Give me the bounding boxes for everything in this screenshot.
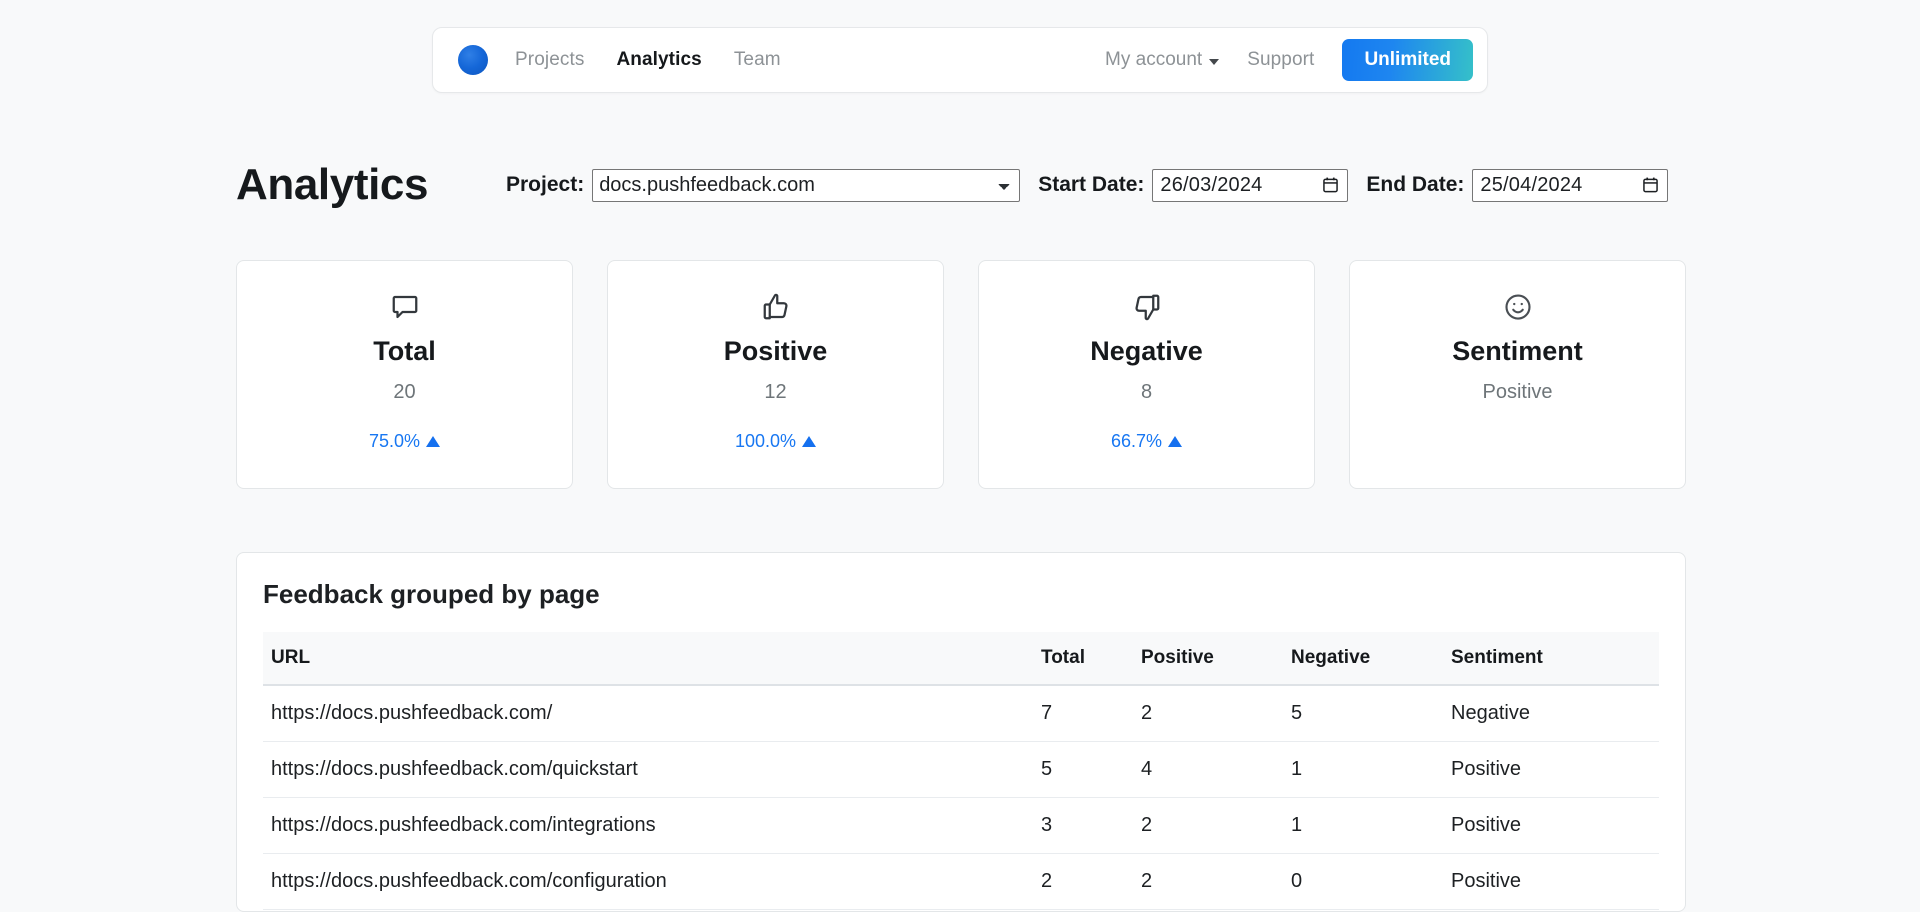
- cell-positive: 2: [1133, 685, 1283, 742]
- calendar-icon[interactable]: [1323, 177, 1338, 193]
- start-date-group: Start Date: 26/03/2024: [1038, 169, 1348, 202]
- cell-positive: 2: [1133, 798, 1283, 854]
- cell-url: https://docs.pushfeedback.com/quickstart: [263, 742, 1033, 798]
- cell-sentiment: Positive: [1443, 798, 1659, 854]
- nav-link-analytics[interactable]: Analytics: [616, 49, 701, 71]
- column-header-positive[interactable]: Positive: [1133, 632, 1283, 685]
- cell-url: https://docs.pushfeedback.com/: [263, 685, 1033, 742]
- caret-down-icon: [1209, 59, 1219, 65]
- stat-card-value: 12: [764, 382, 786, 402]
- cell-url: https://docs.pushfeedback.com/configurat…: [263, 854, 1033, 910]
- top-navigation-bar: Projects Analytics Team My account Suppo…: [432, 27, 1488, 93]
- end-date-value: 25/04/2024: [1480, 174, 1582, 197]
- cell-negative: 0: [1283, 854, 1443, 910]
- triangle-up-icon: [426, 436, 440, 447]
- stat-card-value: Positive: [1482, 382, 1552, 402]
- cell-negative: 5: [1283, 685, 1443, 742]
- project-selector-group: Project: docs.pushfeedback.com: [506, 169, 1020, 202]
- cell-negative: 1: [1283, 742, 1443, 798]
- stat-card-delta-value: 75.0%: [369, 431, 420, 452]
- start-date-input[interactable]: 26/03/2024: [1152, 169, 1348, 202]
- triangle-up-icon: [1168, 436, 1182, 447]
- table-row[interactable]: https://docs.pushfeedback.com/integratio…: [263, 798, 1659, 854]
- table-header-row: URL Total Positive Negative Sentiment: [263, 632, 1659, 685]
- stat-cards-row: Total 20 75.0% Positive 12 100.0% Negati: [236, 260, 1686, 489]
- brand-circle-logo-icon: [458, 45, 488, 75]
- panel-title: Feedback grouped by page: [237, 553, 1685, 610]
- stat-card-value: 20: [393, 382, 415, 402]
- calendar-icon[interactable]: [1643, 177, 1658, 193]
- column-header-negative[interactable]: Negative: [1283, 632, 1443, 685]
- cell-total: 5: [1033, 742, 1133, 798]
- nav-link-projects[interactable]: Projects: [515, 49, 584, 71]
- stat-card-negative: Negative 8 66.7%: [978, 260, 1315, 489]
- stat-card-sentiment: Sentiment Positive: [1349, 260, 1686, 489]
- end-date-label: End Date:: [1366, 173, 1464, 197]
- cell-positive: 2: [1133, 854, 1283, 910]
- project-label: Project:: [506, 173, 584, 197]
- triangle-up-icon: [802, 436, 816, 447]
- nav-links: Projects Analytics Team: [515, 49, 781, 71]
- end-date-group: End Date: 25/04/2024: [1366, 169, 1668, 202]
- brand-logo[interactable]: [453, 40, 493, 80]
- cell-url: https://docs.pushfeedback.com/integratio…: [263, 798, 1033, 854]
- start-date-value: 26/03/2024: [1160, 174, 1262, 197]
- column-header-total[interactable]: Total: [1033, 632, 1133, 685]
- cell-positive: 4: [1133, 742, 1283, 798]
- stat-card-delta: 66.7%: [1111, 431, 1182, 452]
- smiley-face-icon: [1503, 290, 1533, 324]
- cell-sentiment: Positive: [1443, 742, 1659, 798]
- stat-card-title: Total: [373, 338, 436, 365]
- end-date-input[interactable]: 25/04/2024: [1472, 169, 1668, 202]
- stat-card-delta-value: 100.0%: [735, 431, 796, 452]
- thumbs-down-icon: [1132, 290, 1162, 324]
- stat-card-total: Total 20 75.0%: [236, 260, 573, 489]
- cell-sentiment: Positive: [1443, 854, 1659, 910]
- unlimited-plan-button[interactable]: Unlimited: [1342, 39, 1473, 81]
- project-select[interactable]: docs.pushfeedback.com: [592, 169, 1020, 202]
- thumbs-up-icon: [761, 290, 791, 324]
- table-header: URL Total Positive Negative Sentiment: [263, 632, 1659, 685]
- cell-total: 2: [1033, 854, 1133, 910]
- cell-total: 3: [1033, 798, 1133, 854]
- stat-card-delta-value: 66.7%: [1111, 431, 1162, 452]
- nav-link-team[interactable]: Team: [734, 49, 781, 71]
- cell-total: 7: [1033, 685, 1133, 742]
- stat-card-positive: Positive 12 100.0%: [607, 260, 944, 489]
- column-header-sentiment[interactable]: Sentiment: [1443, 632, 1659, 685]
- nav-right-group: My account Support Unlimited: [1105, 39, 1473, 81]
- table-row[interactable]: https://docs.pushfeedback.com/ 7 2 5 Neg…: [263, 685, 1659, 742]
- stat-card-title: Sentiment: [1452, 338, 1583, 365]
- my-account-dropdown[interactable]: My account: [1105, 49, 1219, 71]
- table-row[interactable]: https://docs.pushfeedback.com/quickstart…: [263, 742, 1659, 798]
- table-body: https://docs.pushfeedback.com/ 7 2 5 Neg…: [263, 685, 1659, 910]
- page-title: Analytics: [236, 163, 506, 207]
- stat-card-title: Positive: [724, 338, 828, 365]
- stat-card-value: 8: [1141, 382, 1152, 402]
- feedback-by-page-panel: Feedback grouped by page URL Total Posit…: [236, 552, 1686, 912]
- stat-card-title: Negative: [1090, 338, 1203, 365]
- stat-card-delta: 75.0%: [369, 431, 440, 452]
- column-header-url[interactable]: URL: [263, 632, 1033, 685]
- table-row[interactable]: https://docs.pushfeedback.com/configurat…: [263, 854, 1659, 910]
- cell-sentiment: Negative: [1443, 685, 1659, 742]
- speech-bubble-icon: [390, 290, 420, 324]
- page-header-row: Analytics Project: docs.pushfeedback.com…: [236, 163, 1686, 207]
- start-date-label: Start Date:: [1038, 173, 1144, 197]
- nav-link-support[interactable]: Support: [1247, 49, 1314, 71]
- cell-negative: 1: [1283, 798, 1443, 854]
- stat-card-delta: 100.0%: [735, 431, 816, 452]
- feedback-table: URL Total Positive Negative Sentiment ht…: [263, 632, 1659, 910]
- my-account-label: My account: [1105, 49, 1202, 71]
